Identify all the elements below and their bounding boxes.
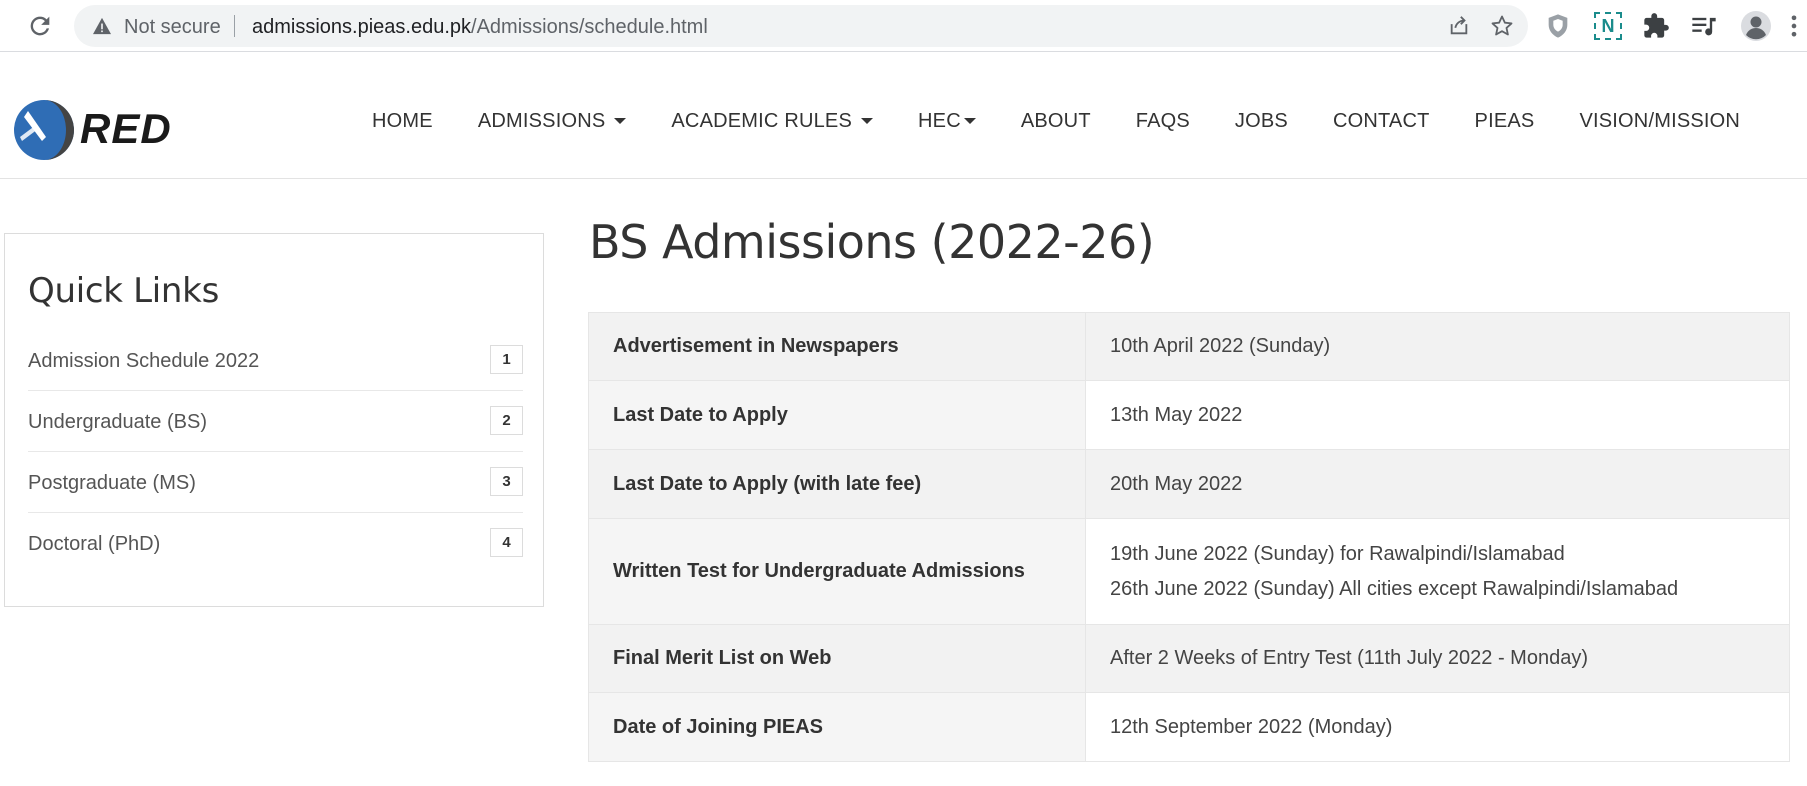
quick-links-title: Quick Links xyxy=(28,271,219,311)
nav-contact[interactable]: CONTACT xyxy=(1333,110,1430,133)
quick-link-badge: 4 xyxy=(490,528,523,557)
nav-academic-rules[interactable]: ACADEMIC RULES xyxy=(671,110,874,133)
browser-toolbar: Not secure admissions.pieas.edu.pk/Admis… xyxy=(0,0,1807,52)
url-text[interactable]: admissions.pieas.edu.pk/Admissions/sched… xyxy=(252,16,708,39)
reload-icon[interactable] xyxy=(26,12,54,40)
site-header: RED HOME ADMISSIONS ACADEMIC RULES HEC A… xyxy=(0,53,1807,179)
quick-link-postgraduate[interactable]: Postgraduate (MS) 3 xyxy=(28,452,523,513)
share-icon[interactable] xyxy=(1448,15,1470,37)
nav-faqs[interactable]: FAQS xyxy=(1136,110,1190,133)
quick-links-panel: Quick Links Admission Schedule 2022 1 Un… xyxy=(4,233,544,607)
notes-extension-icon[interactable]: N xyxy=(1594,12,1622,40)
quick-link-label: Postgraduate (MS) xyxy=(28,472,196,494)
admission-schedule-table: Advertisement in Newspapers 10th April 2… xyxy=(588,312,1790,762)
table-row: Last Date to Apply (with late fee) 20th … xyxy=(588,449,1790,519)
nav-vision-mission[interactable]: VISION/MISSION xyxy=(1579,110,1740,133)
schedule-event: Last Date to Apply xyxy=(588,380,1086,450)
browser-menu-icon[interactable] xyxy=(1788,12,1800,40)
nav-about[interactable]: ABOUT xyxy=(1021,110,1091,133)
nav-home[interactable]: HOME xyxy=(372,110,433,133)
nav-admissions[interactable]: ADMISSIONS xyxy=(478,110,627,133)
schedule-date: 10th April 2022 (Sunday) xyxy=(1085,312,1790,381)
table-row: Advertisement in Newspapers 10th April 2… xyxy=(588,312,1790,381)
schedule-date: 12th September 2022 (Monday) xyxy=(1085,692,1790,762)
quick-link-badge: 3 xyxy=(490,467,523,496)
table-row: Last Date to Apply 13th May 2022 xyxy=(588,380,1790,450)
caret-down-icon xyxy=(614,118,627,124)
table-row: Written Test for Undergraduate Admission… xyxy=(588,518,1790,625)
quick-link-label: Undergraduate (BS) xyxy=(28,411,207,433)
schedule-event: Date of Joining PIEAS xyxy=(588,692,1086,762)
url-path: /Admissions/schedule.html xyxy=(471,16,708,38)
quick-link-doctoral[interactable]: Doctoral (PhD) 4 xyxy=(28,513,523,574)
nav-pieas[interactable]: PIEAS xyxy=(1475,110,1535,133)
bookmark-star-icon[interactable] xyxy=(1490,14,1514,38)
table-row: Final Merit List on Web After 2 Weeks of… xyxy=(588,624,1790,693)
schedule-event: Advertisement in Newspapers xyxy=(588,312,1086,381)
nav-hec[interactable]: HEC xyxy=(918,110,976,133)
media-queue-icon[interactable] xyxy=(1690,12,1718,40)
security-status[interactable]: Not secure xyxy=(124,16,221,39)
warning-icon[interactable] xyxy=(92,17,112,35)
quick-links-list: Admission Schedule 2022 1 Undergraduate … xyxy=(28,330,523,574)
quick-link-label: Doctoral (PhD) xyxy=(28,533,161,555)
page-title: BS Admissions (2022-26) xyxy=(589,215,1155,269)
shield-extension-icon[interactable] xyxy=(1544,12,1572,40)
quick-link-badge: 1 xyxy=(490,345,523,374)
main-nav: HOME ADMISSIONS ACADEMIC RULES HEC ABOUT… xyxy=(372,101,1740,141)
quick-link-badge: 2 xyxy=(490,406,523,435)
url-host: admissions.pieas.edu.pk xyxy=(252,16,472,38)
puzzle-extensions-icon[interactable] xyxy=(1642,12,1670,40)
schedule-date: 13th May 2022 xyxy=(1085,380,1790,450)
profile-avatar-icon[interactable] xyxy=(1740,10,1772,42)
logo-text[interactable]: RED xyxy=(80,105,172,153)
address-bar[interactable]: Not secure admissions.pieas.edu.pk/Admis… xyxy=(74,5,1528,47)
schedule-date: After 2 Weeks of Entry Test (11th July 2… xyxy=(1085,624,1790,693)
nav-jobs[interactable]: JOBS xyxy=(1235,110,1288,133)
address-divider xyxy=(234,15,235,37)
schedule-date: 19th June 2022 (Sunday) for Rawalpindi/I… xyxy=(1085,518,1790,625)
schedule-date: 20th May 2022 xyxy=(1085,449,1790,519)
quick-link-admission-schedule[interactable]: Admission Schedule 2022 1 xyxy=(28,330,523,391)
schedule-event: Written Test for Undergraduate Admission… xyxy=(588,518,1086,625)
quick-link-undergraduate[interactable]: Undergraduate (BS) 2 xyxy=(28,391,523,452)
caret-down-icon xyxy=(963,118,976,124)
table-row: Date of Joining PIEAS 12th September 202… xyxy=(588,692,1790,762)
caret-down-icon xyxy=(861,118,874,124)
schedule-event: Last Date to Apply (with late fee) xyxy=(588,449,1086,519)
quick-link-label: Admission Schedule 2022 xyxy=(28,350,260,372)
schedule-event: Final Merit List on Web xyxy=(588,624,1086,693)
